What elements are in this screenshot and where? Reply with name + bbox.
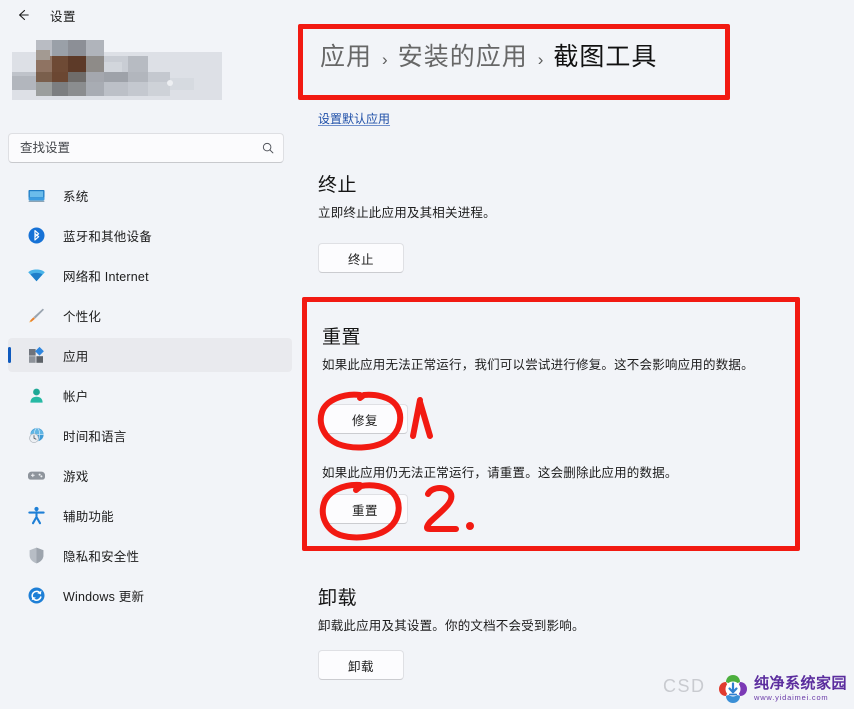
flower-download-icon <box>719 675 747 703</box>
breadcrumb-separator: › <box>537 50 544 69</box>
sidebar-item-time-language[interactable]: 时间和语言 <box>8 418 292 452</box>
set-default-apps-link[interactable]: 设置默认应用 <box>318 110 390 127</box>
sidebar-item-label: 辅助功能 <box>63 509 114 524</box>
bluetooth-icon <box>26 225 46 245</box>
apps-grid-icon <box>26 345 46 365</box>
window-title: 设置 <box>50 9 77 24</box>
sidebar-item-label: 蓝牙和其他设备 <box>63 229 152 244</box>
watermark-csd: CSD <box>663 676 706 696</box>
sidebar-item-bluetooth[interactable]: 蓝牙和其他设备 <box>8 218 292 252</box>
sidebar-item-label: 应用 <box>63 349 89 364</box>
back-arrow-icon <box>19 9 29 21</box>
accessibility-icon <box>26 505 46 525</box>
breadcrumb-item-current: 截图工具 <box>553 43 658 71</box>
watermark-site-url: www.yidaimei.com <box>754 693 829 703</box>
sidebar-item-label: 隐私和安全性 <box>63 549 140 564</box>
sidebar-item-accessibility[interactable]: 辅助功能 <box>8 498 292 532</box>
watermark-site-name: 纯净系统家园 <box>754 675 848 693</box>
uninstall-section-title: 卸载 <box>318 588 358 609</box>
sidebar-item-windows-update[interactable]: Windows 更新 <box>8 578 292 612</box>
breadcrumb-separator: › <box>382 50 388 69</box>
terminate-section-description: 立即终止此应用及其相关进程。 <box>318 206 496 220</box>
reset-section-title: 重置 <box>322 327 362 348</box>
sidebar-item-personalization[interactable]: 个性化 <box>8 298 292 332</box>
sidebar-item-accounts[interactable]: 帐户 <box>8 378 292 412</box>
terminate-button[interactable]: 终止 <box>318 243 404 273</box>
reset-button[interactable]: 重置 <box>322 494 408 524</box>
sidebar-item-label: 时间和语言 <box>63 429 127 444</box>
sidebar-item-privacy-security[interactable]: 隐私和安全性 <box>8 538 292 572</box>
watermark-site-logo: 纯净系统家园 www.yidaimei.com <box>718 672 854 706</box>
monitor-icon <box>26 185 46 205</box>
repair-button[interactable]: 修复 <box>322 404 408 434</box>
gamepad-icon <box>26 465 46 485</box>
back-button[interactable] <box>12 4 34 26</box>
reset-description: 如果此应用仍无法正常运行，请重置。这会删除此应用的数据。 <box>322 466 678 480</box>
account-profile-censored[interactable] <box>12 38 222 100</box>
breadcrumb: 应用 › 安装的应用 › 截图工具 <box>320 37 657 73</box>
main-content: 应用 › 安装的应用 › 截图工具 设置默认应用 终止 立即终止此应用及其相关进… <box>300 0 854 709</box>
person-icon <box>26 385 46 405</box>
sidebar-nav: 系统 蓝牙和其他设备 网络和 Internet 个性化 应用 帐户 时间和语言 … <box>8 178 292 618</box>
title-bar: 设置 <box>0 0 300 30</box>
search-input[interactable] <box>20 141 261 155</box>
search-icon[interactable] <box>261 141 275 155</box>
search-box[interactable] <box>8 133 284 163</box>
sidebar-item-label: 系统 <box>63 189 89 204</box>
uninstall-section-description: 卸载此应用及其设置。你的文档不会受到影响。 <box>318 619 585 633</box>
sidebar-item-label: Windows 更新 <box>63 589 145 604</box>
settings-window: 设置 查找设置 系统 蓝牙和其他设备 网络和 Internet 个性化 应用 帐… <box>0 0 854 709</box>
mosaic-blur <box>12 40 222 100</box>
sidebar-item-label: 个性化 <box>63 309 102 324</box>
uninstall-button[interactable]: 卸载 <box>318 650 404 680</box>
shield-icon <box>26 545 46 565</box>
globe-clock-icon <box>26 425 46 445</box>
terminate-section-title: 终止 <box>318 175 358 196</box>
breadcrumb-item-apps[interactable]: 应用 <box>320 37 372 73</box>
sidebar: 系统 蓝牙和其他设备 网络和 Interne <box>0 30 300 709</box>
wifi-icon <box>26 265 46 285</box>
refresh-circle-icon <box>26 585 46 605</box>
sidebar-item-gaming[interactable]: 游戏 <box>8 458 292 492</box>
paintbrush-icon <box>26 305 46 325</box>
sidebar-item-label: 帐户 <box>63 389 89 404</box>
sidebar-item-network[interactable]: 网络和 Internet <box>8 258 292 292</box>
reset-repair-description: 如果此应用无法正常运行，我们可以尝试进行修复。这不会影响应用的数据。 <box>322 358 754 372</box>
sidebar-item-label: 游戏 <box>63 469 89 484</box>
sidebar-item-apps[interactable]: 应用 <box>8 338 292 372</box>
sidebar-item-system[interactable]: 系统 <box>8 178 292 212</box>
sidebar-item-label: 网络和 Internet <box>63 269 149 284</box>
breadcrumb-item-installed-apps[interactable]: 安装的应用 <box>398 37 528 73</box>
